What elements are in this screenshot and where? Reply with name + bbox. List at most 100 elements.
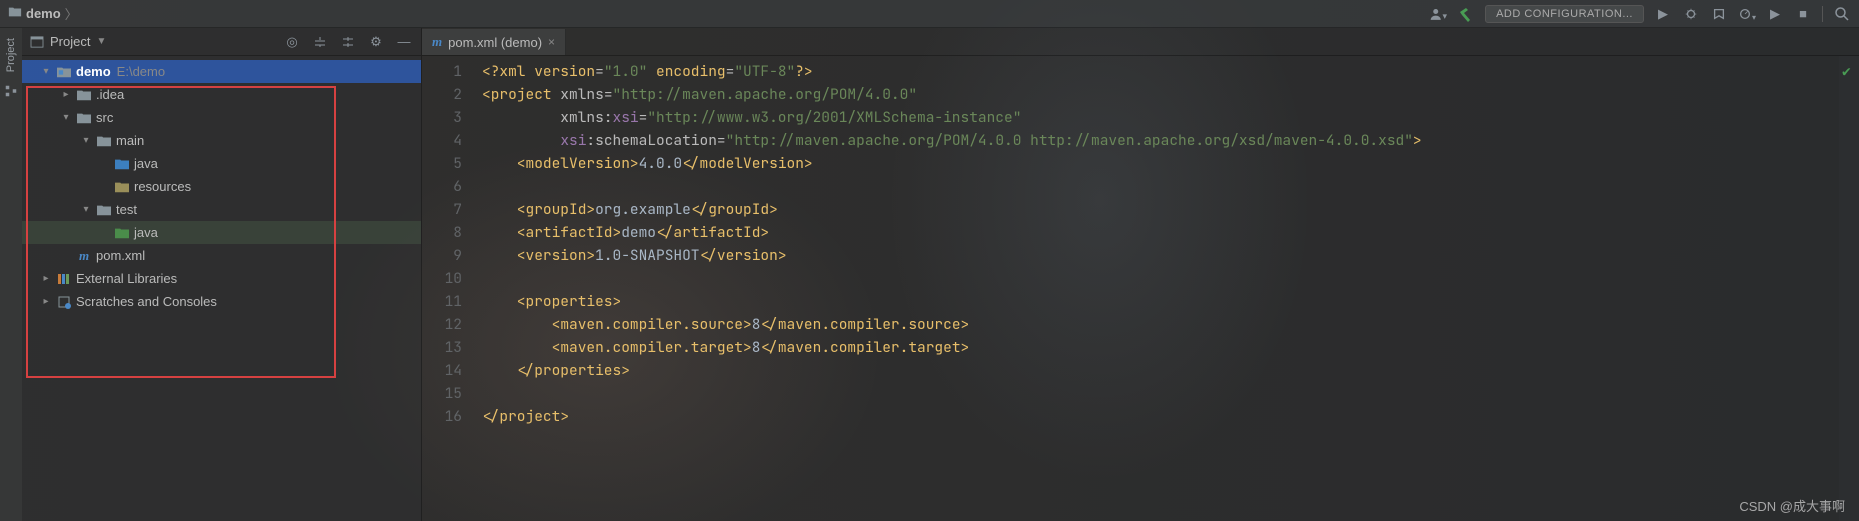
profile-icon[interactable]: ▾ (1738, 5, 1756, 23)
tree-label: resources (134, 179, 191, 194)
test-folder-icon (114, 227, 130, 239)
project-panel: Project ▼ ◎ ⚙ — ▾ demo E:\demo ▸ (22, 28, 422, 521)
stop-icon[interactable]: ■ (1794, 5, 1812, 23)
line-number: 16 (422, 405, 462, 428)
folder-icon (96, 135, 112, 147)
expand-all-icon[interactable] (311, 33, 329, 51)
code-content[interactable]: <?xml version="1.0" encoding="UTF-8"?><p… (472, 56, 1839, 521)
coverage-icon[interactable] (1710, 5, 1728, 23)
line-number: 2 (422, 83, 462, 106)
chevron-down-icon: ▾ (80, 135, 92, 146)
tree-label: test (116, 202, 137, 217)
chevron-down-icon: ▾ (60, 112, 72, 123)
breadcrumb[interactable]: demo 〉 (8, 4, 78, 23)
maven-file-icon: m (76, 248, 92, 264)
run-configuration-selector[interactable]: ADD CONFIGURATION... (1485, 5, 1644, 23)
left-tool-window-bar: Project (0, 28, 22, 521)
tree-node-java-main[interactable]: java (22, 152, 421, 175)
top-navigation-bar: demo 〉 ▾ ADD CONFIGURATION... ▶ ▾ ▶ ■ (0, 0, 1859, 28)
structure-tool-icon[interactable] (4, 84, 18, 101)
gear-icon[interactable]: ⚙ (367, 33, 385, 51)
line-number: 4 (422, 129, 462, 152)
libraries-icon (56, 272, 72, 286)
tree-node-idea[interactable]: ▸ .idea (22, 83, 421, 106)
folder-icon (96, 204, 112, 216)
line-number: 8 (422, 221, 462, 244)
debug-icon[interactable] (1682, 5, 1700, 23)
tree-node-external-libraries[interactable]: ▸ External Libraries (22, 267, 421, 290)
line-number: 11 (422, 290, 462, 313)
tree-path: E:\demo (117, 64, 165, 79)
locate-icon[interactable]: ◎ (283, 33, 301, 51)
resources-folder-icon (114, 181, 130, 193)
project-view-selector[interactable]: Project ▼ (30, 34, 106, 49)
separator (1822, 6, 1823, 22)
tree-label: Scratches and Consoles (76, 294, 217, 309)
editor-tabs: m pom.xml (demo) × (422, 28, 1859, 56)
chevron-down-icon: ▾ (40, 66, 52, 77)
toolbar-right: ▾ ADD CONFIGURATION... ▶ ▾ ▶ ■ (1429, 5, 1851, 23)
module-folder-icon (56, 66, 72, 78)
line-number: 15 (422, 382, 462, 405)
tree-node-src[interactable]: ▾ src (22, 106, 421, 129)
project-folder-icon (8, 5, 22, 22)
tree-node-test[interactable]: ▾ test (22, 198, 421, 221)
tab-pom-xml[interactable]: m pom.xml (demo) × (422, 29, 566, 55)
line-number: 9 (422, 244, 462, 267)
line-number: 12 (422, 313, 462, 336)
tree-label: .idea (96, 87, 124, 102)
editor-area: m pom.xml (demo) × 1 2 3 4 5 6 7 8 9 10 … (422, 28, 1859, 521)
line-number: 1 (422, 60, 462, 83)
line-number: 14 (422, 359, 462, 382)
source-folder-icon (114, 158, 130, 170)
code-editor[interactable]: 1 2 3 4 5 6 7 8 9 10 11 12 13 14 15 16 <… (422, 56, 1859, 521)
chevron-down-icon: ▼ (96, 36, 106, 47)
editor-inspection-gutter[interactable]: ✔ (1839, 56, 1859, 521)
watermark-text: CSDN @成大事啊 (1739, 496, 1845, 515)
line-number: 13 (422, 336, 462, 359)
maven-file-icon: m (432, 34, 442, 50)
tree-label: pom.xml (96, 248, 145, 263)
project-tree: ▾ demo E:\demo ▸ .idea ▾ src ▾ main (22, 56, 421, 317)
folder-icon (76, 89, 92, 101)
tree-label: src (96, 110, 113, 125)
chevron-down-icon: ▾ (80, 204, 92, 215)
scratches-icon (56, 295, 72, 309)
tree-label: java (134, 156, 158, 171)
tree-label: java (134, 225, 158, 240)
project-tool-button[interactable]: Project (5, 34, 17, 76)
line-number: 7 (422, 198, 462, 221)
tree-node-java-test[interactable]: java (22, 221, 421, 244)
check-ok-icon: ✔ (1842, 62, 1851, 81)
tree-root-demo[interactable]: ▾ demo E:\demo (22, 60, 421, 83)
tree-node-scratches[interactable]: ▸ Scratches and Consoles (22, 290, 421, 313)
tab-label: pom.xml (demo) (448, 35, 542, 50)
chevron-right-icon: ▸ (60, 89, 72, 100)
search-icon[interactable] (1833, 5, 1851, 23)
chevron-right-icon: ▸ (40, 296, 52, 307)
collapse-all-icon[interactable] (339, 33, 357, 51)
tree-label: main (116, 133, 144, 148)
tree-node-resources[interactable]: resources (22, 175, 421, 198)
line-number: 5 (422, 152, 462, 175)
run-icon[interactable]: ▶ (1654, 5, 1672, 23)
chevron-right-icon: ▸ (40, 273, 52, 284)
folder-icon (76, 112, 92, 124)
close-icon[interactable]: × (548, 35, 555, 49)
line-number: 10 (422, 267, 462, 290)
breadcrumb-project: demo (26, 6, 61, 21)
project-panel-header: Project ▼ ◎ ⚙ — (22, 28, 421, 56)
rerun-icon[interactable]: ▶ (1766, 5, 1784, 23)
hammer-build-icon[interactable] (1457, 5, 1475, 23)
tree-label: External Libraries (76, 271, 177, 286)
chevron-right-icon: 〉 (65, 4, 78, 23)
user-icon[interactable]: ▾ (1429, 5, 1447, 23)
line-number-gutter: 1 2 3 4 5 6 7 8 9 10 11 12 13 14 15 16 (422, 56, 472, 521)
project-panel-title: Project (50, 34, 90, 49)
tree-label: demo (76, 64, 111, 79)
tree-node-main[interactable]: ▾ main (22, 129, 421, 152)
hide-icon[interactable]: — (395, 33, 413, 51)
line-number: 6 (422, 175, 462, 198)
tree-node-pom[interactable]: m pom.xml (22, 244, 421, 267)
line-number: 3 (422, 106, 462, 129)
